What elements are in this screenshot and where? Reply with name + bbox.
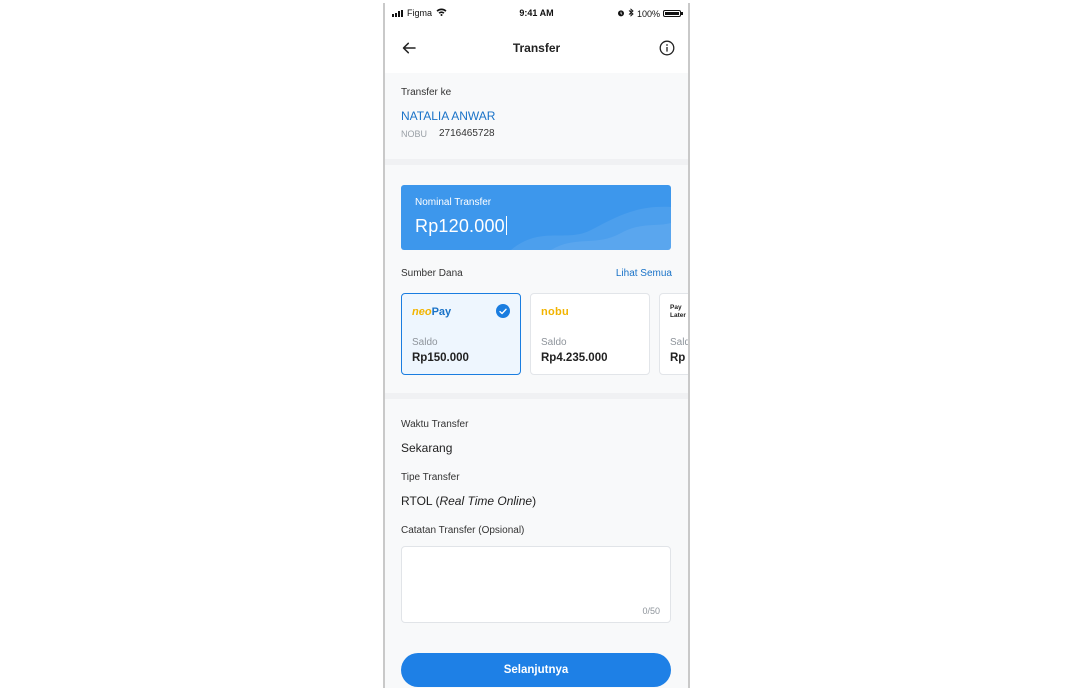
paylater-logo: Pay Later xyxy=(670,304,686,319)
fund-card-saldo-label: Saldo xyxy=(412,337,438,348)
fund-card-balance: Rp150.000 xyxy=(412,352,469,364)
details-section: Waktu Transfer Sekarang Tipe Transfer RT… xyxy=(385,399,688,688)
notes-label: Catatan Transfer (Opsional) xyxy=(401,525,525,536)
transfer-time-value: Sekarang xyxy=(401,441,453,455)
fund-card-saldo-label: Saldo xyxy=(541,337,567,348)
fund-card-balance: Rp xyxy=(670,352,686,364)
status-right: 100% xyxy=(617,8,683,19)
battery-icon xyxy=(663,10,683,17)
fund-card-saldo-label: Saldo xyxy=(670,337,690,348)
info-button[interactable] xyxy=(656,37,678,59)
bluetooth-icon xyxy=(628,8,634,19)
transfer-type-label: Tipe Transfer xyxy=(401,472,460,483)
status-bar: Figma 9:41 AM 100% xyxy=(385,3,688,23)
text-caret xyxy=(505,216,508,235)
see-all-link[interactable]: Lihat Semua xyxy=(616,268,672,279)
nominal-input[interactable]: Nominal Transfer Rp120.000 xyxy=(401,185,671,250)
fund-card-paylater[interactable]: Pay Later Saldo Rp xyxy=(659,293,690,375)
fund-card-nobu[interactable]: nobu Saldo Rp4.235.000 xyxy=(530,293,650,375)
nominal-amount[interactable]: Rp120.000 xyxy=(415,216,508,237)
alarm-icon xyxy=(617,9,625,19)
recipient-section: Transfer ke NATALIA ANWAR NOBU 271646572… xyxy=(385,73,688,159)
fund-card-balance: Rp4.235.000 xyxy=(541,352,608,364)
neopay-logo: neoPay xyxy=(412,306,452,318)
notes-char-counter: 0/50 xyxy=(642,606,660,616)
nominal-amount-value: Rp120.000 xyxy=(415,216,505,236)
info-icon xyxy=(659,40,675,56)
fund-card-neopay[interactable]: neoPay Saldo Rp150.000 xyxy=(401,293,521,375)
recipient-bank: NOBU xyxy=(401,129,428,139)
next-button[interactable]: Selanjutnya xyxy=(401,653,671,687)
recipient-name: NATALIA ANWAR xyxy=(401,109,496,123)
nominal-label: Nominal Transfer xyxy=(415,197,492,208)
phone-screen: Figma 9:41 AM 100% Transfer Transfer ke … xyxy=(383,3,690,688)
battery-percent: 100% xyxy=(636,8,660,19)
page-title: Transfer xyxy=(512,41,561,55)
transfer-type-value: RTOL (Real Time Online) xyxy=(401,494,537,508)
app-header: Transfer xyxy=(385,23,688,73)
check-icon xyxy=(496,304,510,318)
notes-textarea[interactable]: 0/50 xyxy=(401,546,671,623)
nobu-logo: nobu xyxy=(541,306,570,318)
recipient-account-number: 2716465728 xyxy=(439,128,495,139)
transfer-time-label: Waktu Transfer xyxy=(401,419,469,430)
recipient-label: Transfer ke xyxy=(401,87,452,98)
source-funds-label: Sumber Dana xyxy=(401,268,463,279)
